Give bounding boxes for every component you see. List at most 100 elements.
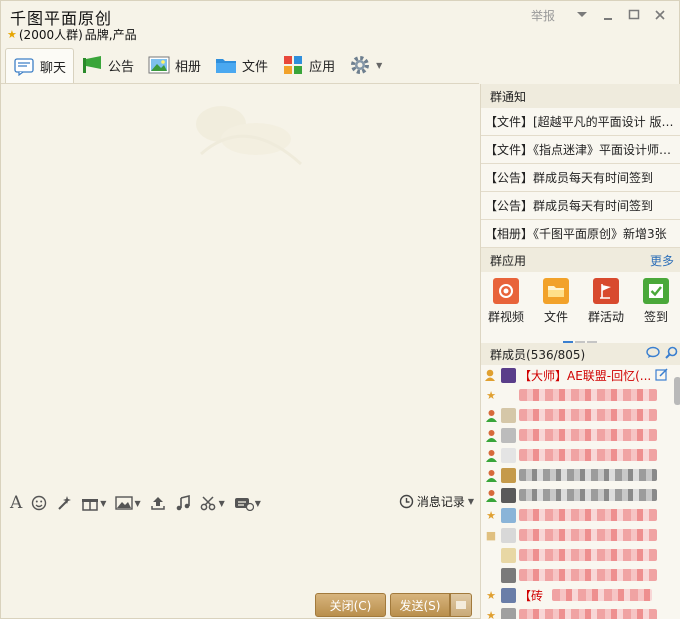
list-item[interactable]: ★ 【砖 — [481, 585, 680, 605]
blurred-member-name — [519, 389, 657, 401]
app-files[interactable]: 文件 — [532, 278, 580, 348]
settings-menu-button[interactable]: ▼ — [342, 48, 389, 82]
minimize-button[interactable] — [595, 5, 621, 25]
history-label: 消息记录 — [416, 495, 465, 509]
notice-item[interactable]: 【公告】群成员每天有时间签到 — [481, 192, 680, 220]
blurred-member-name — [519, 569, 657, 581]
avatar — [501, 507, 516, 523]
bottom-button-group: 关闭(C) 发送(S) — [315, 593, 472, 617]
close-button[interactable]: 关闭(C) — [315, 593, 386, 617]
notice-item[interactable]: 【公告】群成员每天有时间签到 — [481, 164, 680, 192]
member-scrollbar[interactable] — [672, 365, 680, 619]
list-item[interactable] — [481, 465, 680, 485]
app-group-activity[interactable]: 群活动 — [582, 278, 630, 348]
notice-item[interactable]: 【文件】[超越平凡的平面设计 版式设计原理与应用].pdf — [481, 108, 680, 136]
checkbox-icon — [643, 278, 669, 304]
background-decoration — [196, 106, 303, 166]
list-item[interactable]: ■ — [481, 525, 680, 545]
blurred-member-name — [519, 529, 657, 541]
maximize-button[interactable] — [621, 5, 647, 25]
tab-announcement[interactable]: 公告 — [74, 48, 141, 82]
star-admin-icon: ★ — [486, 608, 496, 619]
app-check-in[interactable]: 签到 — [632, 278, 680, 348]
more-apps-link[interactable]: 更多 — [650, 252, 674, 269]
emoji-icon[interactable] — [28, 492, 50, 514]
tab-files[interactable]: 文件 — [208, 48, 275, 82]
user-icon — [484, 468, 498, 482]
blurred-member-name — [519, 409, 657, 421]
list-item[interactable] — [481, 545, 680, 565]
avatar — [501, 407, 516, 423]
font-icon[interactable]: A — [7, 492, 25, 514]
user-icon — [484, 448, 498, 462]
avatar — [501, 487, 516, 503]
list-item[interactable]: 【大师】AE联盟-回忆(... — [481, 365, 680, 385]
list-item[interactable]: ★ — [481, 385, 680, 405]
list-item[interactable] — [481, 565, 680, 585]
tab-apps-label: 应用 — [309, 59, 336, 75]
message-history-button[interactable]: 消息记录 ▼ — [399, 493, 474, 510]
member-count: (536/805) — [526, 347, 586, 362]
user-icon — [484, 488, 498, 502]
group-size: (2000人群) — [18, 28, 83, 42]
blurred-member-name — [519, 489, 657, 501]
list-item[interactable] — [481, 405, 680, 425]
member-chat-icon[interactable] — [646, 346, 662, 362]
avatar — [501, 467, 516, 483]
gift-icon[interactable]: ▼ — [78, 492, 109, 514]
music-icon[interactable] — [172, 492, 194, 514]
member-header-label: 群成员 — [490, 347, 527, 362]
input-toolbar: A ▼ ▼ ▼ ▼ 消息记录 ▼ — [1, 490, 479, 516]
star-admin-icon: ★ — [486, 508, 496, 522]
star-admin-icon: ★ — [486, 388, 496, 402]
list-item[interactable] — [481, 445, 680, 465]
member-list[interactable]: 【大师】AE联盟-回忆(... ★ ★ ■ ★ 【砖 ★ — [481, 365, 680, 619]
list-item[interactable] — [481, 485, 680, 505]
chevron-down-icon: ▼ — [467, 497, 474, 506]
qq-group-chat-window: 千图平面原创 ★ (2000人群) 品牌,产品 举报 聊天 公告 相册 文件 应… — [0, 0, 680, 619]
report-link[interactable]: 举报 — [531, 7, 555, 24]
magic-wand-icon[interactable] — [53, 492, 75, 514]
close-window-button[interactable] — [647, 5, 673, 25]
upload-icon[interactable] — [147, 492, 169, 514]
tab-bar: 聊天 公告 相册 文件 应用 ▼ — [5, 47, 389, 84]
apps-grid-icon — [282, 55, 304, 75]
send-button[interactable]: 发送(S) — [390, 593, 450, 617]
image-icon[interactable]: ▼ — [112, 492, 143, 514]
folder-icon — [215, 55, 237, 75]
avatar — [501, 527, 516, 543]
scrollbar-thumb[interactable] — [674, 377, 680, 405]
send-options-button[interactable] — [450, 593, 472, 617]
group-apps-label: 群应用 — [490, 253, 527, 268]
star-icon: ★ — [7, 28, 17, 41]
tab-apps[interactable]: 应用 — [275, 48, 342, 82]
clock-icon — [399, 494, 414, 509]
chat-message-area[interactable] — [1, 84, 479, 488]
megaphone-icon — [81, 55, 103, 75]
list-item[interactable]: ★ — [481, 505, 680, 525]
app-group-video[interactable]: 群视频 — [482, 278, 530, 348]
screenshot-icon[interactable]: ▼ — [231, 492, 264, 514]
notice-item[interactable]: 【文件】《指点迷津》平面设计师必读.pdf — [481, 136, 680, 164]
search-icon[interactable] — [665, 346, 678, 362]
edit-icon[interactable] — [655, 368, 668, 384]
tab-chat[interactable]: 聊天 — [5, 48, 75, 84]
notice-list: 【文件】[超越平凡的平面设计 版式设计原理与应用].pdf 【文件】《指点迷津》… — [481, 108, 680, 248]
scissors-icon[interactable]: ▼ — [197, 492, 228, 514]
photo-album-icon — [148, 55, 170, 75]
user-icon — [484, 428, 498, 442]
avatar — [501, 547, 516, 563]
list-item[interactable] — [481, 425, 680, 445]
video-icon — [493, 278, 519, 304]
title-bar[interactable]: 千图平面原创 ★ (2000人群) 品牌,产品 举报 — [1, 1, 680, 47]
message-input[interactable] — [1, 516, 479, 591]
member-header: 群成员(536/805) — [481, 343, 680, 365]
tab-album[interactable]: 相册 — [141, 48, 208, 82]
member-panel: 群成员(536/805) 【大师】AE联盟-回忆(... ★ ★ ■ ★ 【砖 … — [481, 343, 680, 619]
list-item[interactable]: ★ — [481, 605, 680, 619]
notice-item[interactable]: 【相册】《千图平面原创》新增3张 — [481, 220, 680, 248]
avatar — [501, 587, 516, 603]
blurred-member-name — [519, 609, 657, 619]
blurred-member-name — [519, 509, 657, 521]
dropdown-arrow-icon[interactable] — [569, 5, 595, 25]
